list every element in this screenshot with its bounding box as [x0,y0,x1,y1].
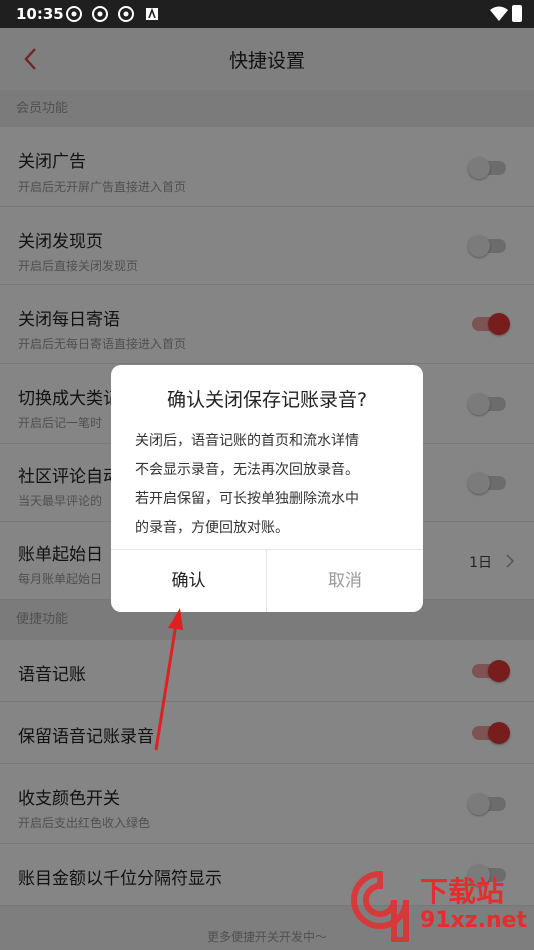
status-bar: 10:35 [0,0,534,28]
annotation-arrow-icon [154,608,183,751]
dialog-message-line: 的录音，方便回放对账。 [135,520,289,536]
site-watermark: 下载站 91xz.net [350,868,528,946]
wifi-icon [490,6,508,21]
status-time: 10:35 [16,5,64,23]
watermark-url: 91xz.net [420,908,528,933]
dialog-message-line: 关闭后，语音记账的首页和流水详情 [135,433,359,449]
app-notification-icon [66,6,82,22]
battery-icon [512,5,522,22]
app-notification-icon [92,6,108,22]
text-notification-icon [146,7,158,20]
watermark-text: 下载站 [420,875,505,908]
dialog-message: 关闭后，语音记账的首页和流水详情 不会显示录音，无法再次回放录音。 若开启保留，… [135,427,401,543]
dialog-message-line: 不会显示录音，无法再次回放录音。 [135,462,359,478]
dialog-message-line: 若开启保留，可长按单独删除流水中 [135,491,359,507]
confirm-dialog: 确认关闭保存记账录音? 关闭后，语音记账的首页和流水详情 不会显示录音，无法再次… [111,365,423,612]
cancel-button[interactable]: 取消 [267,550,423,612]
dialog-title: 确认关闭保存记账录音? [166,389,368,411]
app-notification-icon [118,6,134,22]
watermark-logo-icon [351,870,409,942]
